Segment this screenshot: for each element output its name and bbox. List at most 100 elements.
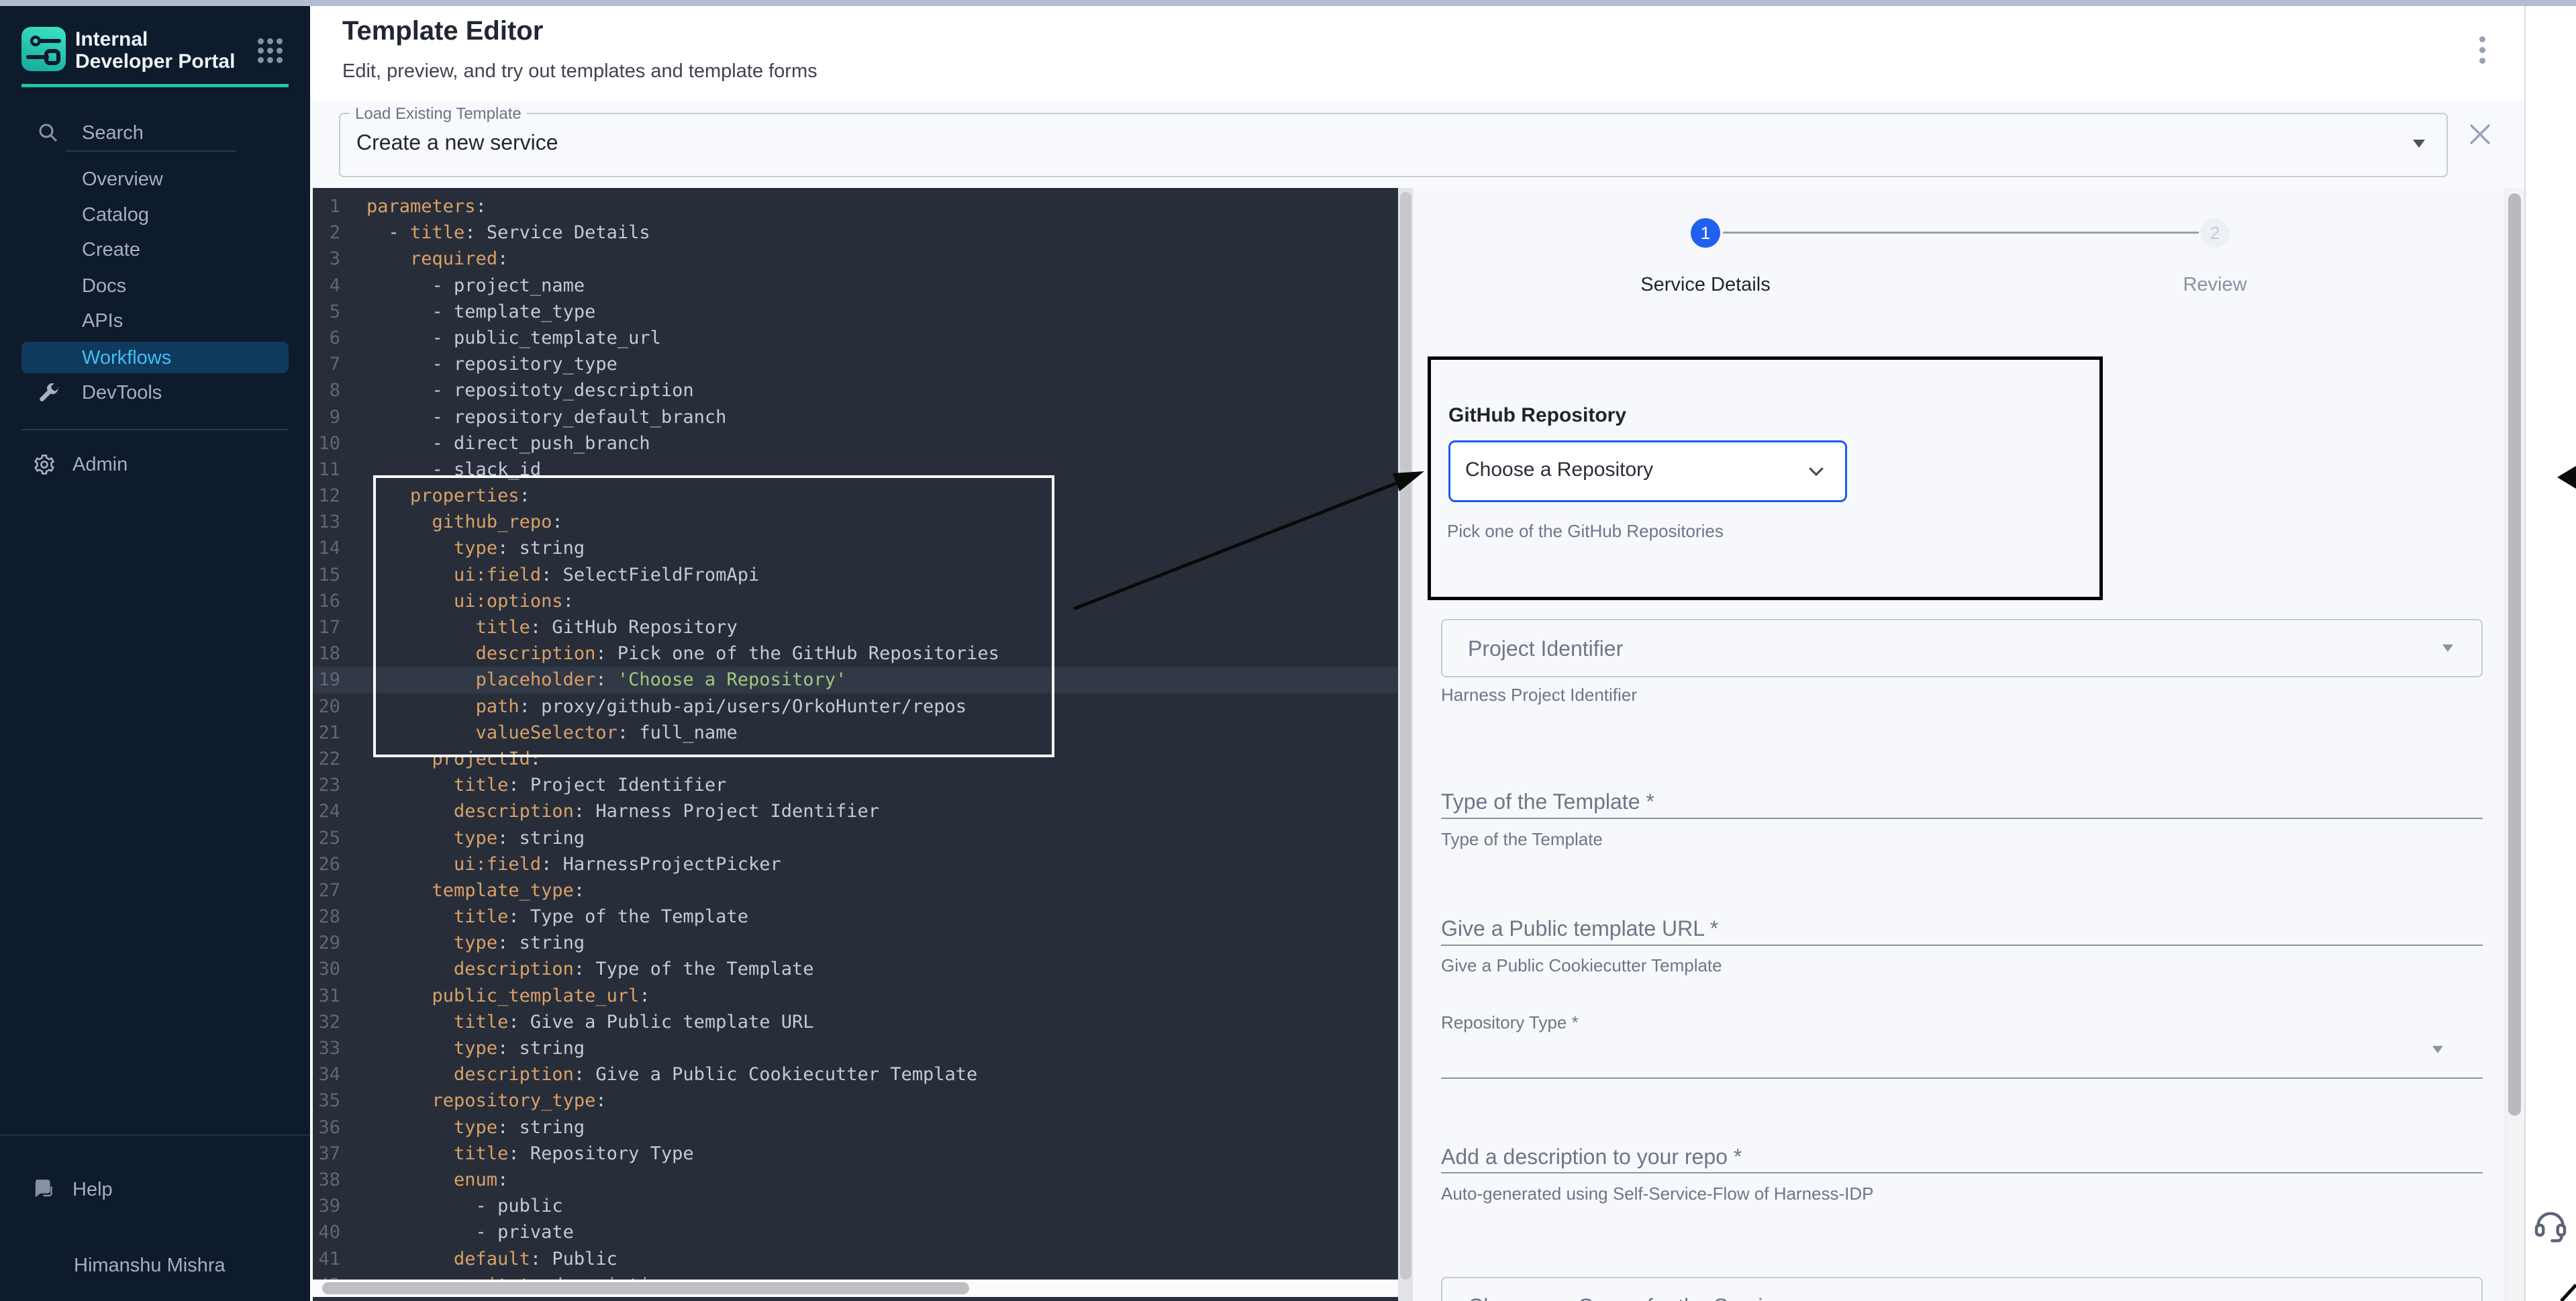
line-number: 13 <box>313 509 340 535</box>
line-number: 1 <box>313 193 340 220</box>
code-line[interactable]: 5 - template_type <box>313 299 1413 325</box>
sidebar-item-label: Catalog <box>82 204 149 226</box>
app-title: Internal Developer Portal <box>75 28 243 73</box>
github-repository-select[interactable]: Choose a Repository <box>1448 440 1847 502</box>
line-number: 19 <box>313 667 340 693</box>
idp-logo-icon <box>21 27 66 71</box>
code-text: title: Type of the Template <box>340 904 748 930</box>
code-text: repository_type: <box>340 1088 607 1114</box>
template-editor-page: Internal Developer Portal Search Overvie… <box>0 0 2576 1301</box>
sidebar-item-label: Workflows <box>82 347 171 369</box>
sidebar-item-docs[interactable]: Docs <box>0 271 310 301</box>
project-identifier-helper: Harness Project Identifier <box>1441 685 1637 706</box>
sidebar-item-search[interactable]: Search <box>0 117 310 148</box>
sidebar-item-overview[interactable]: Overview <box>0 164 310 195</box>
annotation-box-github-field: GitHub Repository Choose a Repository Pi… <box>1428 356 2103 600</box>
sidebar-item-label: APIs <box>82 310 123 332</box>
line-number: 15 <box>313 562 340 588</box>
owner-select[interactable]: Choose an Owner for the Service <box>1441 1277 2483 1301</box>
template-type-input[interactable] <box>1441 818 2483 819</box>
code-line[interactable]: 28 title: Type of the Template <box>313 904 1413 930</box>
repo-description-helper: Auto-generated using Self-Service-Flow o… <box>1441 1184 1874 1204</box>
editor-horizontal-scrollbar[interactable] <box>313 1280 1398 1297</box>
code-line[interactable]: 10 - direct_push_branch <box>313 430 1413 456</box>
project-identifier-select[interactable]: Project Identifier <box>1441 619 2483 677</box>
load-template-label: Load Existing Template <box>350 105 527 124</box>
code-line[interactable]: 26 ui:field: HarnessProjectPicker <box>313 851 1413 877</box>
code-line[interactable]: 40 - private <box>313 1219 1413 1245</box>
sidebar-item-help[interactable]: ? Help <box>0 1174 310 1205</box>
kebab-menu-icon[interactable] <box>2477 36 2487 70</box>
code-line[interactable]: 3 required: <box>313 246 1413 272</box>
code-text: description: Harness Project Identifier <box>340 798 879 824</box>
sidebar-item-devtools[interactable]: DevTools <box>0 377 310 408</box>
code-text: title: Repository Type <box>340 1141 694 1167</box>
stepper-step-1[interactable]: 1 <box>1691 218 1720 248</box>
code-line[interactable]: 31 public_template_url: <box>313 983 1413 1009</box>
grid-icon[interactable] <box>258 38 285 65</box>
panel-vertical-scrollbar-thumb[interactable] <box>2508 193 2521 1116</box>
wrench-icon <box>35 379 62 406</box>
code-line[interactable]: 2 - title: Service Details <box>313 220 1413 246</box>
code-line[interactable]: 7 - repository_type <box>313 351 1413 377</box>
sidebar: Internal Developer Portal Search Overvie… <box>0 6 310 1301</box>
sidebar-item-apis[interactable]: APIs <box>0 305 310 336</box>
sidebar-item-admin[interactable]: Admin <box>0 449 310 480</box>
line-number: 27 <box>313 877 340 904</box>
editor-vertical-scrollbar-thumb[interactable] <box>1400 192 1411 1280</box>
sidebar-item-catalog[interactable]: Catalog <box>0 199 310 230</box>
close-icon[interactable] <box>2468 122 2492 146</box>
code-line[interactable]: 39 - public <box>313 1193 1413 1219</box>
stepper-step-1-label: Service Details <box>1605 274 1806 296</box>
code-line[interactable]: 36 type: string <box>313 1114 1413 1141</box>
github-repository-label: GitHub Repository <box>1448 404 1626 427</box>
code-line[interactable]: 34 description: Give a Public Cookiecutt… <box>313 1061 1413 1088</box>
page-header: Template Editor Edit, preview, and try o… <box>310 6 2525 101</box>
template-url-input[interactable] <box>1441 945 2483 946</box>
line-number: 37 <box>313 1141 340 1167</box>
line-number: 17 <box>313 614 340 640</box>
panel-vertical-scrollbar[interactable] <box>2505 188 2524 1301</box>
annotation-box-code <box>373 475 1054 757</box>
editor-vertical-scrollbar[interactable] <box>1398 188 1413 1301</box>
line-number: 41 <box>313 1246 340 1272</box>
code-line[interactable]: 41 default: Public <box>313 1246 1413 1272</box>
load-template-select[interactable]: Load Existing Template Create a new serv… <box>339 113 2448 177</box>
sidebar-item-label: Overview <box>82 168 163 191</box>
code-line[interactable]: 32 title: Give a Public template URL <box>313 1009 1413 1035</box>
window-right-border <box>2524 6 2526 1301</box>
code-line[interactable]: 33 type: string <box>313 1035 1413 1061</box>
code-line[interactable]: 30 description: Type of the Template <box>313 956 1413 982</box>
github-repository-helper: Pick one of the GitHub Repositories <box>1447 521 1724 542</box>
line-number: 26 <box>313 851 340 877</box>
code-line[interactable]: 8 - repositoty_description <box>313 377 1413 403</box>
stepper-step-2[interactable]: 2 <box>2200 218 2230 248</box>
user-menu[interactable]: HM Himanshu Mishra <box>0 1249 310 1282</box>
code-line[interactable]: 4 - project_name <box>313 273 1413 299</box>
repo-description-input[interactable] <box>1441 1172 2483 1173</box>
line-number: 8 <box>313 377 340 403</box>
repository-type-select[interactable] <box>1441 1077 2483 1079</box>
code-line[interactable]: 27 template_type: <box>313 877 1413 904</box>
headset-icon[interactable] <box>2532 1206 2569 1243</box>
code-line[interactable]: 37 title: Repository Type <box>313 1141 1413 1167</box>
code-line[interactable]: 1parameters: <box>313 193 1413 220</box>
code-line[interactable]: 29 type: string <box>313 930 1413 956</box>
line-number: 7 <box>313 351 340 377</box>
brand[interactable]: Internal Developer Portal <box>21 27 290 76</box>
code-line[interactable]: 6 - public_template_url <box>313 325 1413 351</box>
editor-horizontal-scrollbar-thumb[interactable] <box>322 1282 969 1294</box>
code-line[interactable]: 25 type: string <box>313 825 1413 851</box>
code-line[interactable]: 38 enum: <box>313 1167 1413 1193</box>
sidebar-item-create[interactable]: Create <box>0 234 310 265</box>
code-line[interactable]: 23 title: Project Identifier <box>313 772 1413 798</box>
brand-accent-rule <box>21 84 289 87</box>
line-number: 22 <box>313 746 340 772</box>
code-line[interactable]: 35 repository_type: <box>313 1088 1413 1114</box>
line-number: 14 <box>313 535 340 561</box>
page-title: Template Editor <box>342 16 543 46</box>
sidebar-item-label: Create <box>82 239 140 261</box>
code-line[interactable]: 24 description: Harness Project Identifi… <box>313 798 1413 824</box>
code-line[interactable]: 9 - repository_default_branch <box>313 404 1413 430</box>
sidebar-item-label: Search <box>82 122 144 144</box>
